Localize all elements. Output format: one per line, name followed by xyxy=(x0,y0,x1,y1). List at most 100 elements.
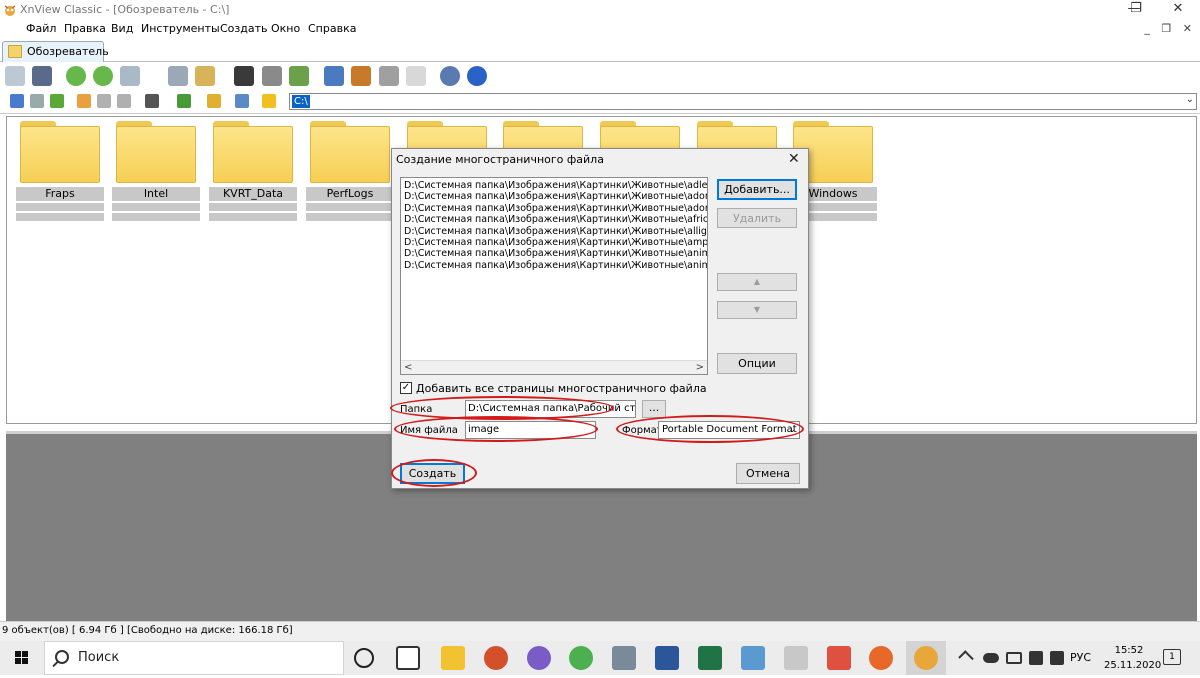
file-explorer-icon[interactable] xyxy=(441,646,465,670)
status-text: 9 объект(ов) [ 6.94 Гб ] [Свободно на ди… xyxy=(2,625,293,636)
tab-browser[interactable]: Обозреватель xyxy=(2,41,109,62)
menu-file[interactable]: Файл xyxy=(26,22,56,35)
language-indicator[interactable]: РУС xyxy=(1070,651,1091,664)
notification-count: 1 xyxy=(1169,652,1175,662)
battery-icon[interactable] xyxy=(1006,652,1022,664)
view-mode-icon[interactable] xyxy=(145,94,159,108)
search-icon xyxy=(55,650,69,664)
up-folder-icon[interactable] xyxy=(50,94,64,108)
remove-button[interactable]: Удалить xyxy=(717,208,797,228)
file-list-item[interactable]: D:\Системная папка\Изображения\Картинки\… xyxy=(404,226,707,237)
start-button[interactable] xyxy=(0,641,44,675)
folder-item[interactable]: PerfLogs xyxy=(306,121,394,221)
viber-icon[interactable] xyxy=(527,646,551,670)
capture-icon[interactable] xyxy=(324,66,344,86)
options-button[interactable]: Опции xyxy=(717,353,797,374)
info-icon[interactable] xyxy=(467,66,487,86)
clock-time: 15:52 xyxy=(1114,645,1144,656)
add-button[interactable]: Добавить... xyxy=(717,179,797,200)
folder-item[interactable]: Fraps xyxy=(16,121,104,221)
folder-icon xyxy=(116,126,196,183)
task-view-icon[interactable] xyxy=(396,646,420,670)
title-bar: XnView Classic - [Обозреватель - C:\] — … xyxy=(0,0,1200,20)
new-folder-icon[interactable] xyxy=(77,94,91,108)
status-bar: 9 объект(ов) [ 6.94 Гб ] [Свободно на ди… xyxy=(0,621,1200,641)
browser-icon[interactable] xyxy=(5,66,25,86)
menu-window[interactable]: Окно xyxy=(271,22,300,35)
search-placeholder: Поиск xyxy=(78,650,120,665)
chevron-down-icon[interactable]: ⌄ xyxy=(1186,94,1194,105)
file-list-item[interactable]: D:\Системная папка\Изображения\Картинки\… xyxy=(404,203,707,214)
scroll-left-icon[interactable]: < xyxy=(404,362,412,373)
folder-icon xyxy=(213,126,293,183)
menu-view[interactable]: Вид xyxy=(111,22,133,35)
settings-gear-icon[interactable] xyxy=(440,66,460,86)
xnview-taskbar-icon[interactable] xyxy=(484,646,508,670)
menu-edit[interactable]: Правка xyxy=(64,22,106,35)
highlight-ring-format xyxy=(616,415,804,443)
excel-icon[interactable] xyxy=(698,646,722,670)
pdf-app-icon[interactable] xyxy=(827,646,851,670)
forward-arrow-icon[interactable] xyxy=(30,94,44,108)
xnview-running-icon[interactable] xyxy=(914,646,938,670)
sort-icon[interactable] xyxy=(177,94,191,108)
maximize-button[interactable]: ❐ xyxy=(1116,0,1156,20)
firefox-icon[interactable] xyxy=(869,646,893,670)
fullscreen-icon[interactable] xyxy=(32,66,52,86)
xnview-app-icon[interactable] xyxy=(3,3,17,17)
menu-create[interactable]: Создать xyxy=(220,22,268,35)
cortana-icon[interactable] xyxy=(354,648,374,668)
file-list-item[interactable]: D:\Системная папка\Изображения\Картинки\… xyxy=(404,214,707,225)
calculator-icon[interactable] xyxy=(406,66,426,86)
delete-icon[interactable] xyxy=(117,94,131,108)
menu-help[interactable]: Справка xyxy=(308,22,356,35)
browse-folder-button[interactable]: ... xyxy=(642,400,666,418)
filter-icon[interactable] xyxy=(207,94,221,108)
convert-icon[interactable] xyxy=(351,66,371,86)
word-icon[interactable] xyxy=(655,646,679,670)
clock[interactable]: 15:52 25.11.2020 xyxy=(1104,643,1161,673)
app-icon[interactable] xyxy=(784,646,808,670)
multipage-icon[interactable] xyxy=(379,66,399,86)
move-up-button[interactable]: ▲ xyxy=(717,273,797,291)
chrome-icon[interactable] xyxy=(569,646,593,670)
file-list-item[interactable]: D:\Системная папка\Изображения\Картинки\… xyxy=(404,260,707,271)
chevron-up-icon[interactable] xyxy=(958,650,974,666)
file-list-item[interactable]: D:\Системная папка\Изображения\Картинки\… xyxy=(404,248,707,259)
favorites-star-icon[interactable] xyxy=(262,94,276,108)
print-preview-icon[interactable] xyxy=(168,66,188,86)
back-arrow-icon[interactable] xyxy=(10,94,24,108)
menu-tools[interactable]: Инструменты xyxy=(141,22,220,35)
sync-icon[interactable] xyxy=(235,94,249,108)
volume-icon[interactable] xyxy=(1050,651,1064,665)
horizontal-scrollbar[interactable]: < > xyxy=(401,360,707,374)
network-icon[interactable] xyxy=(1029,651,1043,665)
mdi-window-controls[interactable]: _ ❐ ✕ xyxy=(1144,22,1196,35)
folder-item[interactable]: Intel xyxy=(112,121,200,221)
scroll-right-icon[interactable]: > xyxy=(696,362,704,373)
slideshow-icon[interactable] xyxy=(289,66,309,86)
refresh-icon[interactable] xyxy=(66,66,86,86)
cloud-icon[interactable] xyxy=(983,653,999,663)
print-icon[interactable] xyxy=(262,66,282,86)
file-list-item[interactable]: D:\Системная папка\Изображения\Картинки\… xyxy=(404,237,707,248)
address-bar[interactable]: C:\ ⌄ xyxy=(289,93,1197,110)
taskbar-search[interactable]: Поиск xyxy=(44,641,344,675)
acquire-icon[interactable] xyxy=(120,66,140,86)
find-icon[interactable] xyxy=(234,66,254,86)
calculator-app-icon[interactable] xyxy=(612,646,636,670)
move-to-icon[interactable] xyxy=(195,66,215,86)
file-list-item[interactable]: D:\Системная папка\Изображения\Картинки\… xyxy=(404,180,707,191)
move-down-button[interactable]: ▼ xyxy=(717,301,797,319)
add-all-pages-checkbox[interactable]: ✓ xyxy=(400,382,412,394)
cancel-button[interactable]: Отмена xyxy=(736,463,800,484)
file-list-item[interactable]: D:\Системная папка\Изображения\Картинки\… xyxy=(404,191,707,202)
close-button[interactable]: ✕ xyxy=(1156,0,1200,20)
image-viewer-icon[interactable] xyxy=(741,646,765,670)
dialog-close-button[interactable]: ✕ xyxy=(788,151,800,167)
folder-item[interactable]: KVRT_Data xyxy=(209,121,297,221)
reload-icon[interactable] xyxy=(93,66,113,86)
notifications-icon[interactable]: 1 xyxy=(1163,649,1181,665)
rename-icon[interactable] xyxy=(97,94,111,108)
file-list[interactable]: D:\Системная папка\Изображения\Картинки\… xyxy=(400,177,708,375)
